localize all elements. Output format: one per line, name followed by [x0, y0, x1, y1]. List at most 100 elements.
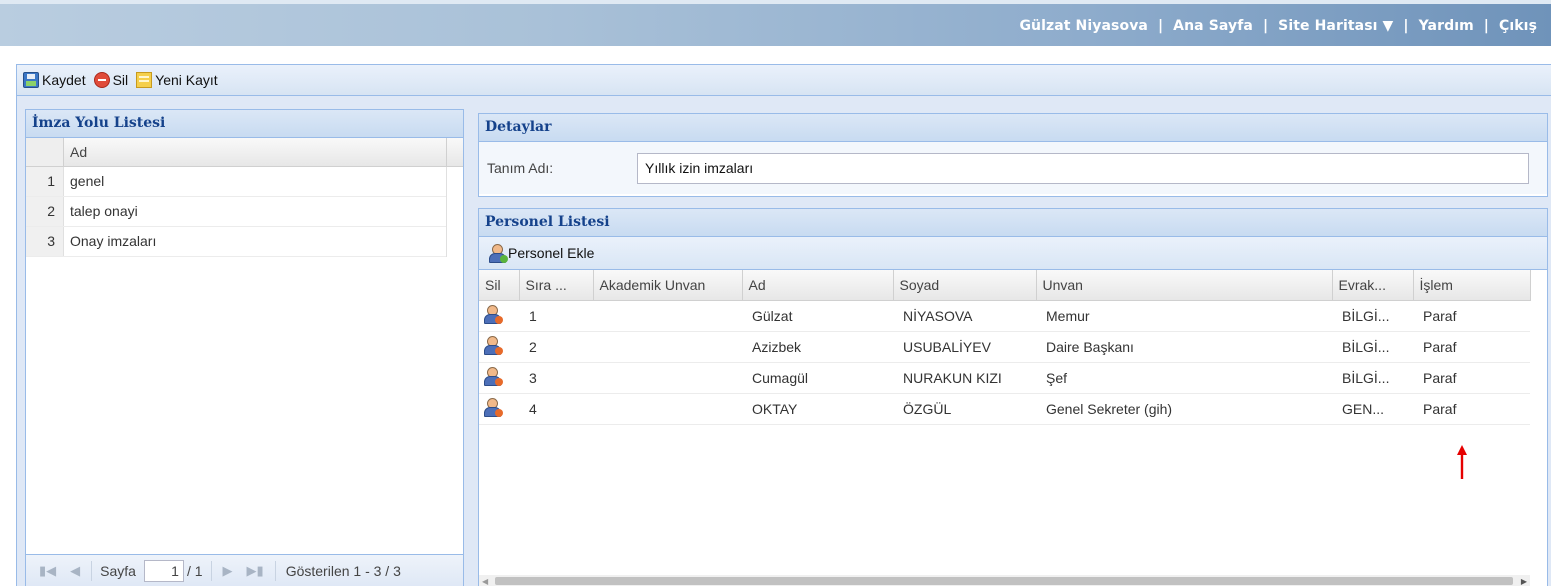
cell-unvan: Genel Sekreter (gih) [1036, 393, 1332, 425]
add-personnel-label: Personel Ekle [508, 245, 595, 261]
cell-unvan: Daire Başkanı [1036, 331, 1332, 363]
nav-separator: | [1403, 18, 1409, 34]
cell-akademik-unvan [593, 393, 742, 425]
remove-user-icon[interactable] [483, 367, 503, 386]
add-user-icon [488, 244, 508, 263]
page-number-input[interactable]: 1 [143, 559, 184, 582]
logout-link[interactable]: Çıkış [1499, 18, 1537, 34]
cell-sira: 2 [519, 331, 593, 363]
cell-sira: 3 [519, 362, 593, 394]
cell-ad: Gülzat [742, 300, 893, 332]
total-pages: / 1 [186, 562, 203, 579]
table-row[interactable]: 1 Gülzat NİYASOVA Memur BİLGİ... Paraf [479, 300, 1530, 332]
pager-status: Gösterilen 1 - 3 / 3 [285, 562, 401, 579]
column-header-islem[interactable]: İşlem [1413, 270, 1531, 301]
cell-evrak: GEN... [1332, 393, 1413, 425]
new-record-button-label: Yeni Kayıt [155, 72, 218, 88]
cell-unvan: Memur [1036, 300, 1332, 332]
annotation-arrow-icon [1457, 445, 1467, 479]
remove-user-cell [479, 331, 519, 363]
row-name: talep onayi [70, 203, 138, 219]
definition-name-input[interactable] [637, 152, 1529, 184]
delete-button[interactable]: Sil [93, 72, 129, 88]
nav-separator: | [1157, 18, 1164, 34]
remove-user-icon[interactable] [483, 305, 503, 324]
details-title: Detaylar [479, 114, 1547, 142]
remove-user-cell [479, 393, 519, 425]
prev-page-icon[interactable]: ◀ [70, 563, 80, 579]
cell-evrak: BİLGİ... [1332, 331, 1413, 363]
signature-list-panel: İmza Yolu Listesi Ad 1 genel 2 talep ona… [25, 109, 464, 586]
user-name-link[interactable]: Gülzat Niyasova [1019, 18, 1148, 34]
horizontal-scrollbar[interactable]: ◀ ▶ [479, 575, 1530, 586]
column-header-soyad[interactable]: Soyad [893, 270, 1037, 301]
pager-divider [91, 560, 93, 581]
signature-list-title: İmza Yolu Listesi [26, 110, 463, 138]
table-row[interactable]: 2 Azizbek USUBALİYEV Daire Başkanı BİLGİ… [479, 331, 1530, 363]
new-record-button[interactable]: Yeni Kayıt [136, 72, 218, 88]
remove-user-icon[interactable] [483, 398, 503, 417]
row-number-header [26, 138, 64, 166]
personnel-title: Personel Listesi [479, 209, 1547, 237]
next-page-icon[interactable]: ▶ [223, 563, 233, 579]
list-item[interactable]: 2 talep onayi [26, 197, 446, 227]
top-nav-links: Gülzat Niyasova | Ana Sayfa | Site Harit… [1019, 18, 1537, 34]
nav-separator: | [1262, 18, 1269, 34]
new-record-icon [136, 72, 153, 88]
row-name: genel [70, 173, 105, 189]
column-header-unvan[interactable]: Unvan [1036, 270, 1333, 301]
details-panel: Detaylar Tanım Adı: [478, 113, 1548, 197]
personnel-header-row: Sil Sıra ... Akademik Unvan Ad Soyad Unv… [479, 270, 1531, 301]
main-toolbar: Kaydet Sil Yeni Kayıt [17, 65, 1551, 96]
cell-akademik-unvan [593, 300, 742, 332]
pager-divider [274, 560, 276, 581]
scrollbar-thumb[interactable] [495, 577, 1513, 585]
cell-evrak: BİLGİ... [1332, 362, 1413, 394]
main-container: Kaydet Sil Yeni Kayıt İmza Yolu Listesi … [16, 64, 1551, 586]
list-item[interactable]: 1 genel [26, 167, 446, 197]
signature-list-rows: 1 genel 2 talep onayi 3 Onay imzaları [26, 167, 447, 257]
remove-user-cell [479, 362, 519, 394]
column-header-ad[interactable]: Ad [742, 270, 894, 301]
scroll-left-icon[interactable]: ◀ [482, 577, 488, 586]
column-header-akademik-unvan[interactable]: Akademik Unvan [593, 270, 743, 301]
column-header-sira[interactable]: Sıra ... [519, 270, 594, 301]
column-header-sil[interactable]: Sil [479, 270, 520, 301]
cell-islem[interactable]: Paraf [1413, 362, 1530, 394]
cell-islem[interactable]: Paraf [1413, 393, 1530, 425]
cell-ad: Azizbek [742, 331, 893, 363]
delete-button-label: Sil [112, 72, 129, 88]
page-label: Sayfa [100, 562, 136, 579]
table-row[interactable]: 3 Cumagül NURAKUN KIZI Şef BİLGİ... Para… [479, 362, 1530, 394]
remove-user-cell [479, 300, 519, 332]
column-header-evrak[interactable]: Evrak... [1332, 270, 1414, 301]
cell-islem[interactable]: Paraf [1413, 300, 1530, 332]
signature-list-header: Ad [26, 138, 463, 167]
help-link[interactable]: Yardım [1419, 18, 1474, 34]
save-button[interactable]: Kaydet [23, 72, 86, 88]
list-item[interactable]: 3 Onay imzaları [26, 227, 446, 257]
top-banner: Gülzat Niyasova | Ana Sayfa | Site Harit… [0, 0, 1551, 46]
scroll-right-icon[interactable]: ▶ [1521, 577, 1527, 586]
cell-soyad: ÖZGÜL [893, 393, 1036, 425]
definition-row: Tanım Adı: [479, 142, 1547, 194]
column-header-ad[interactable]: Ad [64, 138, 447, 166]
cell-sira: 1 [519, 300, 593, 332]
first-page-icon[interactable]: ▮◀ [39, 563, 56, 579]
sitemap-link[interactable]: Site Haritası ▼ [1278, 18, 1393, 34]
table-row[interactable]: 4 OKTAY ÖZGÜL Genel Sekreter (gih) GEN..… [479, 393, 1530, 425]
cell-akademik-unvan [593, 331, 742, 363]
home-link[interactable]: Ana Sayfa [1173, 18, 1253, 34]
pager-divider [210, 560, 212, 581]
remove-user-icon[interactable] [483, 336, 503, 355]
last-page-icon[interactable]: ▶▮ [247, 563, 264, 579]
pagination-bar: ▮◀ ◀ Sayfa 1 / 1 ▶ ▶▮ Gösterilen 1 - 3 /… [26, 554, 463, 586]
cell-akademik-unvan [593, 362, 742, 394]
cell-soyad: NİYASOVA [893, 300, 1036, 332]
nav-separator: | [1483, 18, 1489, 34]
personnel-panel: Personel Listesi Personel Ekle Sil Sıra … [478, 208, 1548, 586]
add-personnel-button[interactable]: Personel Ekle [488, 244, 595, 263]
cell-islem[interactable]: Paraf [1413, 331, 1530, 363]
cell-unvan: Şef [1036, 362, 1332, 394]
row-number: 1 [26, 167, 64, 196]
